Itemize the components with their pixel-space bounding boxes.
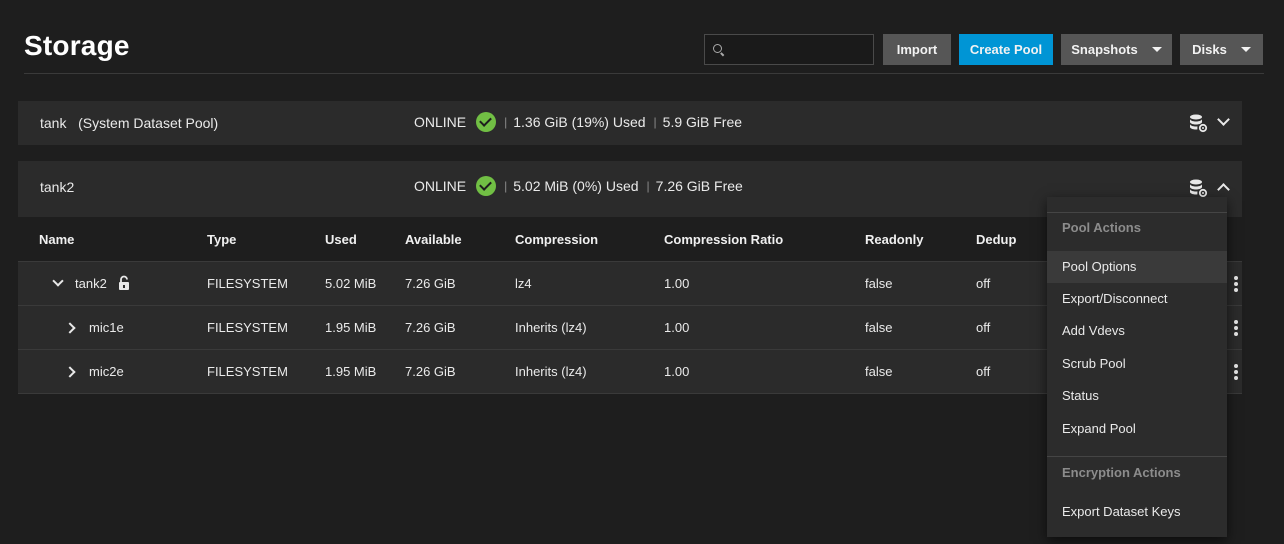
chevron-up-icon[interactable]	[1217, 183, 1230, 196]
pool-name: tank (System Dataset Pool)	[40, 115, 218, 131]
menu-item-export-dataset-keys[interactable]: Export Dataset Keys	[1047, 496, 1227, 528]
pool-header[interactable]: tank (System Dataset Pool) ONLINE | 1.36…	[18, 101, 1242, 145]
pool-used: 5.02 MiB (0%) Used	[513, 178, 639, 194]
menu-section-pool-actions: Pool Actions	[1062, 220, 1141, 235]
import-button[interactable]: Import	[883, 34, 951, 65]
menu-section-encryption-actions: Encryption Actions	[1062, 465, 1181, 480]
menu-item-expand-pool[interactable]: Expand Pool	[1047, 413, 1227, 445]
menu-item-pool-options[interactable]: Pool Options	[1047, 251, 1227, 283]
pool-card-tank: tank (System Dataset Pool) ONLINE | 1.36…	[18, 101, 1242, 145]
column-header-used[interactable]: Used	[325, 232, 357, 247]
search-field[interactable]	[704, 34, 874, 65]
dataset-dedup: off	[976, 276, 991, 291]
dataset-used: 1.95 MiB	[325, 320, 377, 335]
column-header-type[interactable]: Type	[207, 232, 236, 247]
pool-settings-icon[interactable]	[1188, 113, 1208, 133]
check-circle-icon	[476, 176, 497, 196]
pool-name-text: tank2	[40, 179, 75, 195]
search-input[interactable]	[729, 39, 873, 63]
dataset-used: 1.95 MiB	[325, 364, 377, 379]
caret-down-icon	[1151, 47, 1162, 52]
column-header-readonly[interactable]: Readonly	[865, 232, 924, 247]
snapshots-dropdown-button[interactable]: Snapshots	[1061, 34, 1172, 65]
dataset-compression-ratio: 1.00	[664, 364, 690, 379]
pool-controls	[1190, 178, 1242, 198]
pool-settings-icon[interactable]	[1188, 178, 1208, 198]
more-vert-icon[interactable]	[1234, 364, 1238, 380]
pool-name: tank2	[40, 179, 74, 195]
pool-status: ONLINE | 5.02 MiB (0%) Used | 7.26 GiB F…	[414, 176, 743, 196]
pool-status-text: ONLINE	[414, 114, 467, 130]
pool-name-text: tank	[40, 115, 67, 131]
column-header-name[interactable]: Name	[39, 232, 74, 247]
dataset-type: FILESYSTEM	[207, 276, 288, 291]
pool-controls	[1190, 113, 1242, 133]
dataset-readonly: false	[865, 364, 893, 379]
pool-used: 1.36 GiB (19%) Used	[513, 114, 646, 130]
check-circle-icon	[476, 112, 497, 132]
dataset-name: mic2e	[89, 364, 124, 379]
menu-item-add-vdevs[interactable]: Add Vdevs	[1047, 315, 1227, 347]
more-vert-icon[interactable]	[1234, 276, 1238, 292]
separator: |	[653, 115, 657, 129]
dataset-available: 7.26 GiB	[405, 276, 456, 291]
chevron-down-icon[interactable]	[52, 275, 64, 287]
pool-label: (System Dataset Pool)	[78, 115, 219, 131]
chevron-right-icon[interactable]	[64, 322, 76, 334]
chevron-right-icon[interactable]	[64, 366, 76, 378]
column-header-compression-ratio[interactable]: Compression Ratio	[664, 232, 783, 247]
header-divider	[24, 73, 1264, 74]
pool-status-text: ONLINE	[414, 178, 467, 194]
menu-item-export-disconnect[interactable]: Export/Disconnect	[1047, 283, 1227, 315]
snapshots-button-label: Snapshots	[1071, 42, 1138, 57]
disks-button-label: Disks	[1192, 42, 1227, 57]
import-button-label: Import	[896, 42, 938, 57]
pool-free: 7.26 GiB Free	[655, 178, 743, 194]
caret-down-icon	[1240, 47, 1251, 52]
column-header-available[interactable]: Available	[405, 232, 462, 247]
dataset-available: 7.26 GiB	[405, 364, 456, 379]
dataset-dedup: off	[976, 364, 991, 379]
pool-free: 5.9 GiB Free	[662, 114, 743, 130]
disks-dropdown-button[interactable]: Disks	[1180, 34, 1263, 65]
unlocked-icon[interactable]	[118, 275, 132, 291]
dataset-readonly: false	[865, 276, 893, 291]
create-pool-button[interactable]: Create Pool	[959, 34, 1053, 65]
menu-divider	[1047, 456, 1227, 457]
dataset-type: FILESYSTEM	[207, 320, 288, 335]
pool-actions-menu: Pool Actions Pool Options Export/Disconn…	[1047, 197, 1227, 537]
page-title: Storage	[24, 30, 130, 61]
search-icon	[713, 44, 722, 53]
column-header-compression[interactable]: Compression	[515, 232, 598, 247]
dataset-compression-ratio: 1.00	[664, 320, 690, 335]
menu-item-status[interactable]: Status	[1047, 380, 1227, 412]
dataset-type: FILESYSTEM	[207, 364, 288, 379]
dataset-compression: Inherits (lz4)	[515, 364, 587, 379]
menu-divider	[1047, 212, 1227, 213]
separator: |	[504, 115, 508, 129]
dataset-compression: lz4	[515, 276, 532, 291]
dataset-compression: Inherits (lz4)	[515, 320, 587, 335]
column-header-dedup[interactable]: Dedup	[976, 232, 1016, 247]
pool-status: ONLINE | 1.36 GiB (19%) Used | 5.9 GiB F…	[414, 112, 742, 132]
separator: |	[504, 179, 508, 193]
chevron-down-icon[interactable]	[1217, 113, 1230, 126]
dataset-dedup: off	[976, 320, 991, 335]
dataset-used: 5.02 MiB	[325, 276, 377, 291]
menu-item-scrub-pool[interactable]: Scrub Pool	[1047, 348, 1227, 380]
separator: |	[646, 179, 650, 193]
dataset-name: mic1e	[89, 320, 124, 335]
dataset-name: tank2	[75, 276, 107, 291]
more-vert-icon[interactable]	[1234, 320, 1238, 336]
dataset-readonly: false	[865, 320, 893, 335]
dataset-available: 7.26 GiB	[405, 320, 456, 335]
dataset-compression-ratio: 1.00	[664, 276, 690, 291]
create-pool-button-label: Create Pool	[969, 42, 1043, 57]
